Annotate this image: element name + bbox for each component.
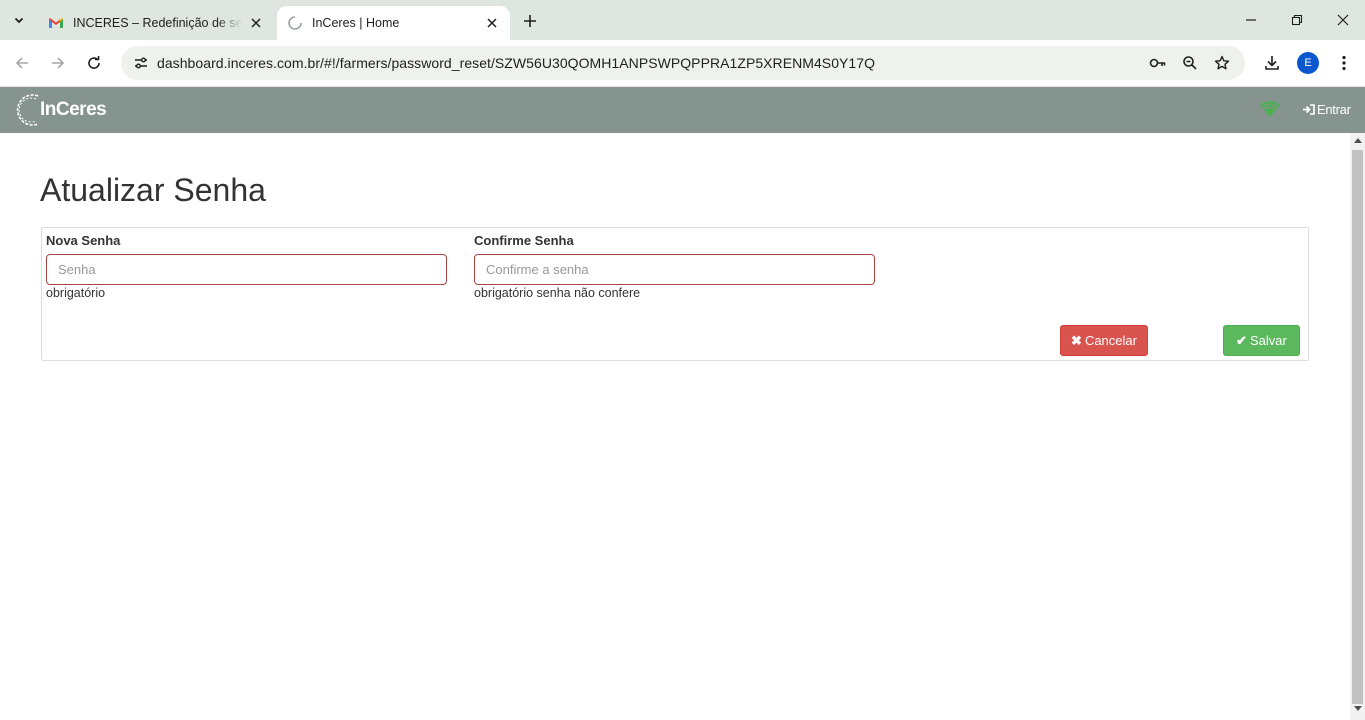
tab-title: InCeres | Home [312, 16, 400, 30]
app-navbar: InCeres Entrar [0, 87, 1365, 133]
new-tab-button[interactable] [518, 9, 542, 33]
sign-in-icon [1303, 104, 1315, 115]
chevron-down-icon [14, 17, 24, 24]
new-password-input[interactable] [46, 254, 447, 285]
arrow-right-icon [52, 57, 65, 69]
save-label: Salvar [1250, 333, 1287, 348]
confirm-password-label: Confirme Senha [474, 233, 574, 248]
zoom-icon[interactable] [1178, 51, 1202, 75]
browser-toolbar: dashboard.inceres.com.br/#!/farmers/pass… [0, 40, 1365, 87]
cancel-button[interactable]: ✖ Cancelar [1060, 325, 1148, 356]
bookmark-star-icon[interactable] [1210, 51, 1234, 75]
scroll-down-arrow-icon[interactable] [1350, 706, 1365, 716]
minimize-icon [1246, 19, 1256, 21]
page-scrollbar[interactable] [1350, 133, 1365, 720]
scroll-thumb[interactable] [1352, 150, 1363, 704]
cancel-label: Cancelar [1084, 333, 1137, 348]
login-label: Entrar [1317, 102, 1351, 117]
confirm-password-input[interactable] [474, 254, 875, 285]
profile-avatar[interactable]: E [1297, 52, 1319, 74]
password-key-icon[interactable] [1146, 51, 1170, 75]
arrow-left-icon [15, 57, 28, 69]
loading-spinner-icon [287, 15, 303, 31]
back-button[interactable] [10, 51, 34, 75]
reload-icon [88, 56, 100, 69]
wifi-icon [1260, 101, 1280, 117]
downloads-button[interactable] [1260, 51, 1284, 75]
site-info-icon[interactable] [129, 51, 153, 75]
tab-gmail[interactable]: INCERES – Redefinição de senha [38, 6, 274, 40]
restore-icon [1291, 14, 1303, 26]
times-icon: ✖ [1071, 332, 1082, 348]
browser-tab-bar: INCERES – Redefinição de senha InCeres |… [0, 0, 1365, 40]
confirm-password-help: obrigatório senha não confere [474, 286, 641, 300]
close-icon [1337, 14, 1349, 26]
reload-button[interactable] [82, 51, 106, 75]
check-icon: ✔ [1236, 332, 1248, 348]
download-icon [1265, 56, 1279, 70]
page-title: Atualizar Senha [40, 172, 266, 208]
address-bar[interactable]: dashboard.inceres.com.br/#!/farmers/pass… [121, 46, 1245, 80]
tab-title: INCERES – Redefinição de senha [73, 16, 242, 30]
url-text: dashboard.inceres.com.br/#!/farmers/pass… [157, 55, 876, 71]
inceres-logo[interactable]: InCeres [16, 91, 107, 129]
save-button[interactable]: ✔ Salvar [1223, 325, 1300, 356]
browser-menu-button[interactable] [1332, 51, 1356, 75]
close-tab-icon[interactable] [484, 15, 500, 31]
password-form-panel: Nova Senha obrigatório Confirme Senha ob… [41, 227, 1309, 361]
restore-button[interactable] [1285, 8, 1309, 32]
tab-search-button[interactable] [7, 8, 31, 32]
new-password-label: Nova Senha [46, 233, 121, 248]
close-tab-icon[interactable] [248, 15, 264, 31]
more-vertical-icon [1342, 55, 1346, 71]
forward-button[interactable] [46, 51, 70, 75]
close-window-button[interactable] [1331, 8, 1355, 32]
scroll-up-arrow-icon[interactable] [1350, 137, 1365, 147]
gmail-icon [48, 15, 64, 31]
login-link[interactable]: Entrar [1303, 102, 1351, 117]
new-password-help: obrigatório [46, 286, 106, 300]
tab-inceres-home[interactable]: InCeres | Home [277, 6, 510, 40]
minimize-button[interactable] [1239, 8, 1263, 32]
brand-name: InCeres [40, 99, 107, 120]
plus-icon [524, 15, 536, 27]
